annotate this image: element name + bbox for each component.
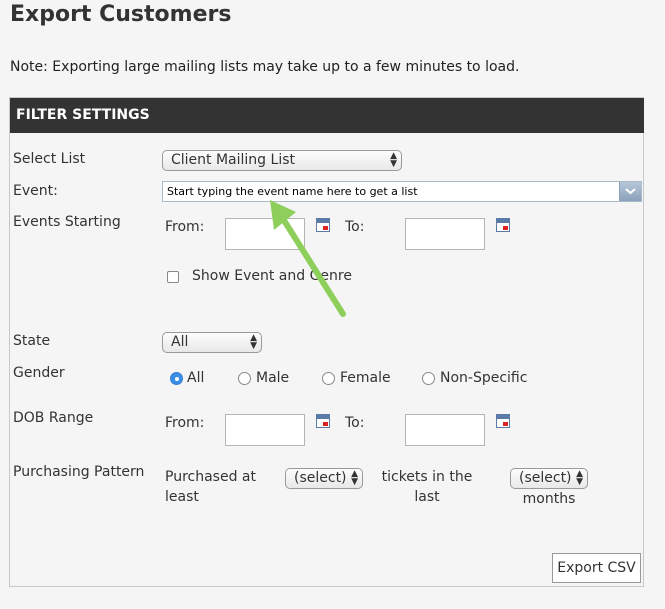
event-dropdown-button[interactable] bbox=[619, 182, 641, 201]
page-title: Export Customers bbox=[10, 2, 232, 27]
tickets-count-dropdown[interactable]: (select) ▲ ▼ bbox=[285, 468, 363, 489]
gender-radio-female[interactable] bbox=[322, 372, 335, 385]
tickets-count-value: (select) bbox=[294, 470, 347, 486]
filter-settings-header: FILTER SETTINGS bbox=[10, 98, 644, 133]
dob-from-label: From: bbox=[165, 415, 205, 431]
gender-radio-male[interactable] bbox=[238, 372, 251, 385]
dob-to-input[interactable] bbox=[405, 414, 485, 446]
gender-option-non-specific[interactable]: Non-Specific bbox=[440, 370, 527, 386]
event-search-input[interactable]: Start typing the event name here to get … bbox=[162, 181, 642, 202]
events-starting-label: Events Starting bbox=[13, 214, 121, 230]
gender-label: Gender bbox=[13, 365, 65, 381]
gender-radio-non-specific[interactable] bbox=[422, 372, 435, 385]
gender-option-all[interactable]: All bbox=[187, 370, 204, 386]
select-list-dropdown[interactable]: Client Mailing List ▲ ▼ bbox=[162, 150, 402, 171]
dob-from-input[interactable] bbox=[225, 414, 305, 446]
gender-option-female[interactable]: Female bbox=[340, 370, 391, 386]
events-from-label: From: bbox=[165, 219, 205, 235]
events-to-input[interactable] bbox=[405, 218, 485, 250]
months-count-dropdown[interactable]: (select) ▲ ▼ bbox=[510, 468, 588, 489]
annotation-arrow bbox=[270, 200, 346, 317]
arrow-shaft bbox=[277, 211, 346, 317]
select-list-label: Select List bbox=[13, 151, 86, 167]
last-label: last bbox=[414, 489, 440, 505]
gender-radio-all[interactable] bbox=[170, 372, 183, 385]
dob-range-label: DOB Range bbox=[13, 410, 94, 426]
state-value: All bbox=[171, 334, 189, 350]
calendar-icon[interactable] bbox=[316, 414, 330, 428]
calendar-icon[interactable] bbox=[496, 218, 510, 232]
state-label: State bbox=[13, 333, 51, 349]
calendar-icon[interactable] bbox=[496, 414, 510, 428]
months-label: months bbox=[522, 491, 576, 507]
select-arrows-icon: ▲ ▼ bbox=[390, 151, 397, 169]
state-dropdown[interactable]: All ▲ ▼ bbox=[162, 332, 262, 353]
purchased-at-label: Purchased at bbox=[165, 469, 256, 485]
dropdown-chevron-icon bbox=[625, 188, 636, 195]
purchasing-pattern-label: Purchasing Pattern bbox=[13, 464, 145, 480]
least-label: least bbox=[165, 489, 199, 505]
select-arrows-icon: ▲ ▼ bbox=[576, 469, 583, 487]
select-arrows-icon: ▲ ▼ bbox=[351, 469, 358, 487]
tickets-in-the-label: tickets in the bbox=[381, 469, 473, 485]
select-list-value: Client Mailing List bbox=[171, 152, 295, 168]
select-arrows-icon: ▲ ▼ bbox=[250, 333, 257, 351]
export-csv-button[interactable]: Export CSV bbox=[552, 553, 641, 583]
export-note: Note: Exporting large mailing lists may … bbox=[10, 59, 520, 75]
event-label: Event: bbox=[13, 183, 58, 199]
months-count-value: (select) bbox=[519, 470, 572, 486]
show-event-genre-checkbox[interactable] bbox=[167, 271, 179, 283]
dob-to-label: To: bbox=[345, 415, 365, 431]
arrow-head bbox=[270, 200, 296, 230]
gender-option-male[interactable]: Male bbox=[256, 370, 289, 386]
